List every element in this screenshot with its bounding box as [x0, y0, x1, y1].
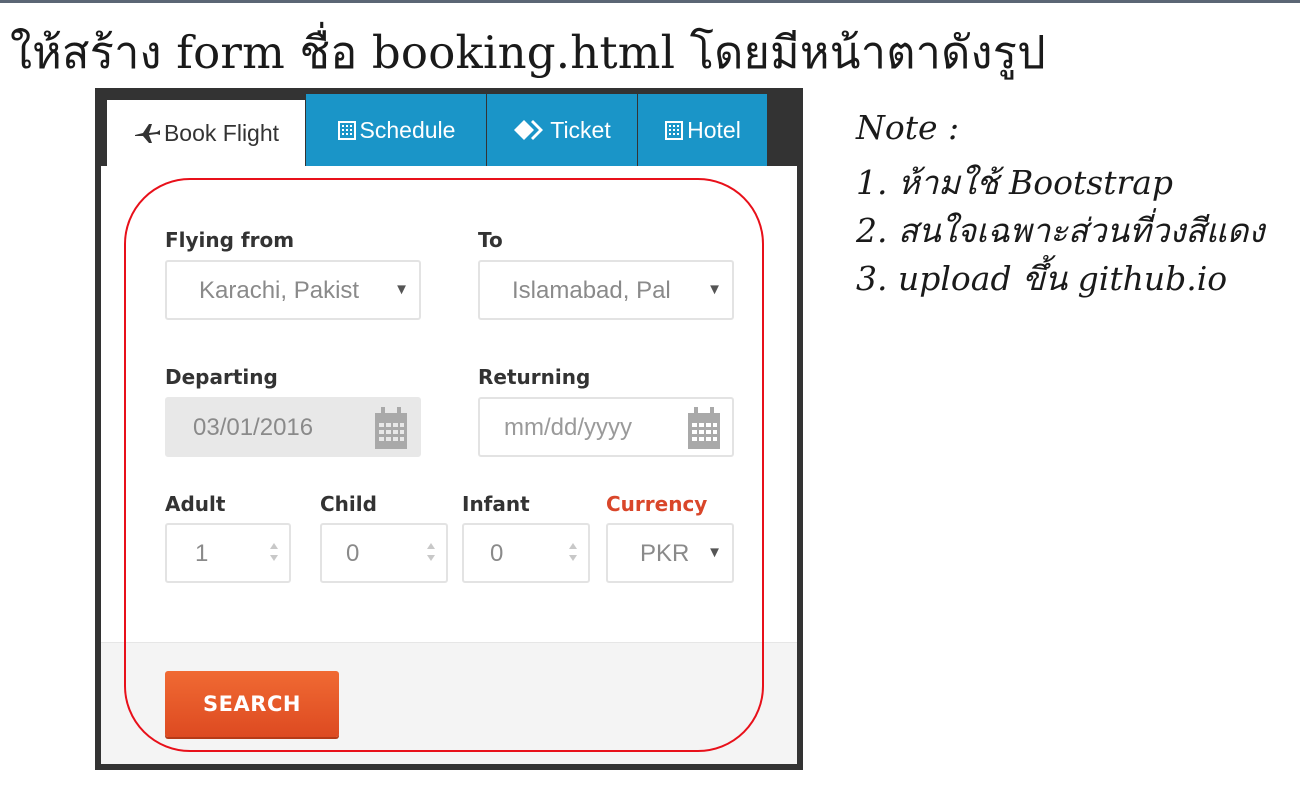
ticket-icon [513, 119, 547, 141]
calendar-icon[interactable] [686, 405, 722, 458]
top-rule [0, 0, 1300, 3]
stepper-arrows-icon[interactable] [568, 541, 578, 570]
currency-label: Currency [606, 492, 708, 516]
flying-from-value: Karachi, Pakist [199, 277, 360, 304]
booking-widget-screenshot: Book Flight Schedule Ticket Hotel Flying… [95, 88, 803, 770]
infant-value: 0 [490, 540, 504, 567]
adult-label: Adult [165, 492, 226, 516]
tab-schedule-label: Schedule [359, 116, 456, 143]
infant-label: Infant [462, 492, 530, 516]
chevron-down-icon: ▼ [707, 281, 722, 298]
tab-hotel-label: Hotel [687, 116, 741, 143]
to-value: Islamabad, Pal [512, 277, 671, 304]
tab-schedule[interactable]: Schedule [306, 94, 486, 166]
infant-number-input[interactable]: 0 [462, 523, 590, 583]
adult-number-input[interactable]: 1 [165, 523, 291, 583]
slide: ให้สร้าง form ชื่อ booking.html โดยมีหน้… [0, 0, 1300, 798]
departing-date-input[interactable]: 03/01/2016 [165, 397, 421, 457]
child-value: 0 [346, 540, 360, 567]
slide-title: ให้สร้าง form ชื่อ booking.html โดยมีหน้… [10, 26, 1046, 79]
currency-value: PKR [640, 540, 690, 567]
child-number-input[interactable]: 0 [320, 523, 448, 583]
departing-value: 03/01/2016 [193, 414, 314, 441]
calendar-icon[interactable] [373, 405, 409, 458]
booking-widget: Book Flight Schedule Ticket Hotel Flying… [101, 94, 797, 764]
to-select[interactable]: Islamabad, Pal ▼ [478, 260, 734, 320]
chevron-down-icon: ▼ [394, 281, 409, 298]
returning-label: Returning [478, 365, 591, 389]
tab-book-flight-label: Book Flight [163, 119, 280, 146]
currency-select[interactable]: PKR ▼ [606, 523, 734, 583]
tab-ticket[interactable]: Ticket [487, 94, 637, 166]
flying-from-label: Flying from [165, 228, 295, 252]
note-item: 2. สนใจเฉพาะส่วนที่วงสีแดง [856, 211, 1265, 250]
tab-ticket-label: Ticket [550, 116, 611, 143]
building-icon [664, 120, 684, 140]
note-heading: Note : [856, 108, 960, 147]
chevron-down-icon: ▼ [707, 544, 722, 561]
flying-from-select[interactable]: Karachi, Pakist ▼ [165, 260, 421, 320]
note-item: 3. upload ขึ้น github.io [856, 259, 1228, 298]
departing-label: Departing [165, 365, 278, 389]
returning-date-input[interactable]: mm/dd/yyyy [478, 397, 734, 457]
adult-value: 1 [195, 540, 209, 567]
building-icon [337, 120, 357, 140]
tab-hotel[interactable]: Hotel [638, 94, 767, 166]
airplane-icon [133, 122, 161, 144]
tab-book-flight[interactable]: Book Flight [107, 100, 305, 166]
stepper-arrows-icon[interactable] [426, 541, 436, 570]
child-label: Child [320, 492, 377, 516]
tab-bar: Book Flight Schedule Ticket Hotel [101, 94, 797, 166]
stepper-arrows-icon[interactable] [269, 541, 279, 570]
to-label: To [478, 228, 503, 252]
search-button[interactable]: SEARCH [165, 671, 339, 737]
note-item: 1. ห้ามใช้ Bootstrap [856, 163, 1174, 202]
returning-placeholder: mm/dd/yyyy [504, 414, 633, 441]
